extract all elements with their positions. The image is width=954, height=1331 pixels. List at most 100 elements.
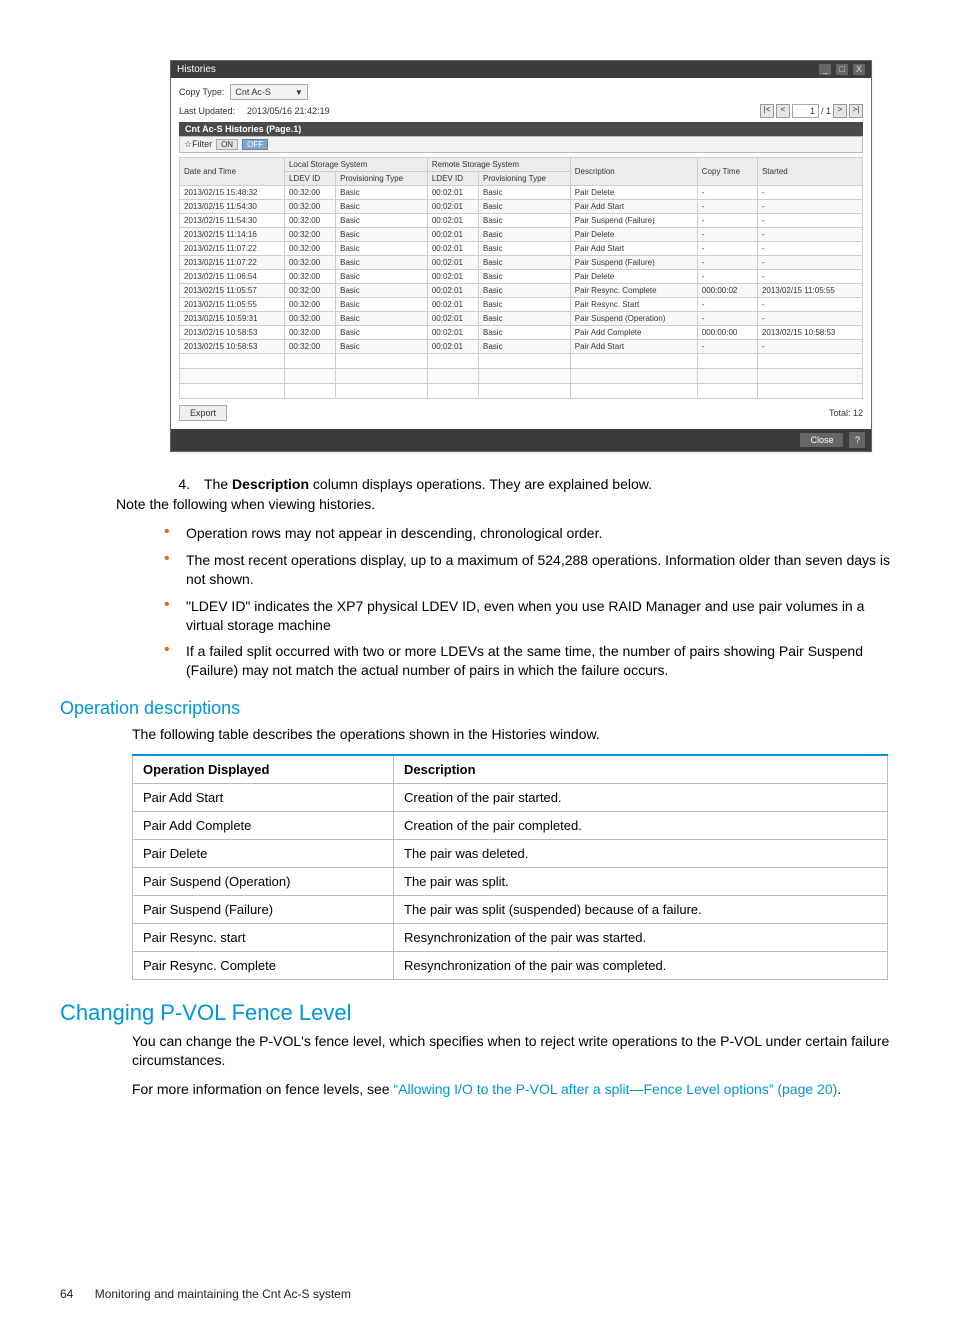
table-cell: Pair Delete xyxy=(570,186,697,200)
table-row: Pair DeleteThe pair was deleted. xyxy=(133,840,888,868)
copy-type-dropdown[interactable]: Cnt Ac-S ▼ xyxy=(230,84,307,100)
pager-total: / 1 xyxy=(821,106,831,116)
table-cell: Basic xyxy=(336,284,428,298)
table-cell: - xyxy=(697,270,757,284)
filter-bar: ☆Filter ON OFF xyxy=(179,136,863,153)
window-close-icon[interactable]: X xyxy=(853,64,865,75)
pager-first-button[interactable]: |< xyxy=(760,104,774,118)
copy-type-label: Copy Type: xyxy=(179,87,224,97)
table-row: Pair Add CompleteCreation of the pair co… xyxy=(133,812,888,840)
opdesc-paragraph: The following table describes the operat… xyxy=(132,725,894,744)
table-cell: 2013/02/15 11:05:55 xyxy=(757,284,862,298)
table-row[interactable]: 2013/02/15 10:59:3100:32:00Basic00:02:01… xyxy=(180,312,863,326)
table-cell: 2013/02/15 10:58:53 xyxy=(180,326,285,340)
table-cell: Basic xyxy=(479,270,571,284)
window-max-icon[interactable]: □ xyxy=(836,64,848,75)
table-row[interactable]: 2013/02/15 11:54:3000:32:00Basic00:02:01… xyxy=(180,200,863,214)
table-cell: 000:00:02 xyxy=(697,284,757,298)
table-cell: Basic xyxy=(336,256,428,270)
table-cell: 00:02:01 xyxy=(427,256,478,270)
table-cell: - xyxy=(757,186,862,200)
col-description[interactable]: Description xyxy=(570,158,697,186)
table-cell: 000:00:00 xyxy=(697,326,757,340)
table-cell: Basic xyxy=(336,242,428,256)
col-remote-prov[interactable]: Provisioning Type xyxy=(479,172,571,186)
table-cell: - xyxy=(697,312,757,326)
filter-on-toggle[interactable]: ON xyxy=(216,139,238,150)
col-started[interactable]: Started xyxy=(757,158,862,186)
fence-level-link[interactable]: “Allowing I/O to the P-VOL after a split… xyxy=(393,1081,837,1097)
table-cell: Pair Suspend (Operation) xyxy=(570,312,697,326)
table-cell: Pair Suspend (Failure) xyxy=(570,256,697,270)
ops-cell-operation: Pair Add Complete xyxy=(133,812,394,840)
table-cell: 00:02:01 xyxy=(427,200,478,214)
table-cell: 00:02:01 xyxy=(427,186,478,200)
table-cell: - xyxy=(697,298,757,312)
ops-cell-operation: Pair Add Start xyxy=(133,784,394,812)
help-button[interactable]: ? xyxy=(849,432,865,448)
table-cell: - xyxy=(697,340,757,354)
filter-off-toggle[interactable]: OFF xyxy=(242,139,268,150)
table-cell: - xyxy=(757,214,862,228)
ops-cell-operation: Pair Delete xyxy=(133,840,394,868)
table-cell: 2013/02/15 15:48:32 xyxy=(180,186,285,200)
table-row[interactable]: 2013/02/15 11:05:5700:32:00Basic00:02:01… xyxy=(180,284,863,298)
export-button[interactable]: Export xyxy=(179,405,227,421)
ops-cell-description: Creation of the pair started. xyxy=(394,784,888,812)
col-datetime[interactable]: Date and Time xyxy=(180,158,285,186)
table-row[interactable]: 2013/02/15 11:07:2200:32:00Basic00:02:01… xyxy=(180,256,863,270)
bullet-list: Operation rows may not appear in descend… xyxy=(156,520,894,684)
histories-tab[interactable]: Cnt Ac-S Histories (Page.1) xyxy=(179,122,863,136)
col-remote-ldev[interactable]: LDEV ID xyxy=(427,172,478,186)
table-cell: 2013/02/15 11:05:55 xyxy=(180,298,285,312)
table-cell: Basic xyxy=(336,270,428,284)
col-copytime[interactable]: Copy Time xyxy=(697,158,757,186)
table-cell: 00:02:01 xyxy=(427,242,478,256)
table-cell: Pair Add Complete xyxy=(570,326,697,340)
table-cell: 00:32:00 xyxy=(284,312,335,326)
pager-last-button[interactable]: >| xyxy=(849,104,863,118)
table-cell: Basic xyxy=(336,214,428,228)
table-row: Pair Suspend (Failure)The pair was split… xyxy=(133,896,888,924)
table-row[interactable]: 2013/02/15 11:54:3000:32:00Basic00:02:01… xyxy=(180,214,863,228)
table-row[interactable]: 2013/02/15 10:58:5300:32:00Basic00:02:01… xyxy=(180,340,863,354)
table-cell: Pair Resync. Start xyxy=(570,298,697,312)
table-cell: 00:32:00 xyxy=(284,298,335,312)
table-row[interactable]: 2013/02/15 10:58:5300:32:00Basic00:02:01… xyxy=(180,326,863,340)
table-cell: Basic xyxy=(479,340,571,354)
table-cell: 00:32:00 xyxy=(284,340,335,354)
desc-bold: Description xyxy=(232,476,309,492)
page-footer: 64 Monitoring and maintaining the Cnt Ac… xyxy=(60,1287,351,1301)
table-cell: - xyxy=(697,186,757,200)
ops-cell-description: Creation of the pair completed. xyxy=(394,812,888,840)
table-cell: 2013/02/15 11:54:30 xyxy=(180,200,285,214)
table-cell: 00:32:00 xyxy=(284,242,335,256)
fence-paragraph-2: For more information on fence levels, se… xyxy=(132,1080,894,1099)
table-cell: 00:02:01 xyxy=(427,270,478,284)
table-row[interactable]: 2013/02/15 15:48:3200:32:00Basic00:02:01… xyxy=(180,186,863,200)
col-local-prov[interactable]: Provisioning Type xyxy=(336,172,428,186)
table-cell: - xyxy=(757,200,862,214)
heading-operation-descriptions: Operation descriptions xyxy=(60,698,894,719)
table-cell: - xyxy=(697,214,757,228)
table-cell: Basic xyxy=(336,340,428,354)
table-cell: Basic xyxy=(479,284,571,298)
close-button[interactable]: Close xyxy=(800,433,843,447)
table-cell: Basic xyxy=(336,200,428,214)
ops-cell-operation: Pair Resync. start xyxy=(133,924,394,952)
table-cell: - xyxy=(757,242,862,256)
table-row[interactable]: 2013/02/15 11:05:5500:32:00Basic00:02:01… xyxy=(180,298,863,312)
pager-next-button[interactable]: > xyxy=(833,104,847,118)
table-cell: 00:02:01 xyxy=(427,284,478,298)
pager-prev-button[interactable]: < xyxy=(776,104,790,118)
footer-text: Monitoring and maintaining the Cnt Ac-S … xyxy=(95,1287,351,1301)
bullet-item: If a failed split occurred with two or m… xyxy=(156,638,894,684)
window-min-icon[interactable]: _ xyxy=(819,64,831,75)
table-row[interactable]: 2013/02/15 11:14:1600:32:00Basic00:02:01… xyxy=(180,228,863,242)
table-row[interactable]: 2013/02/15 11:07:2200:32:00Basic00:02:01… xyxy=(180,242,863,256)
table-row[interactable]: 2013/02/15 11:06:5400:32:00Basic00:02:01… xyxy=(180,270,863,284)
col-local-ldev[interactable]: LDEV ID xyxy=(284,172,335,186)
table-cell: - xyxy=(697,200,757,214)
table-cell: Pair Add Start xyxy=(570,242,697,256)
pager-page-input[interactable]: 1 xyxy=(792,104,819,118)
